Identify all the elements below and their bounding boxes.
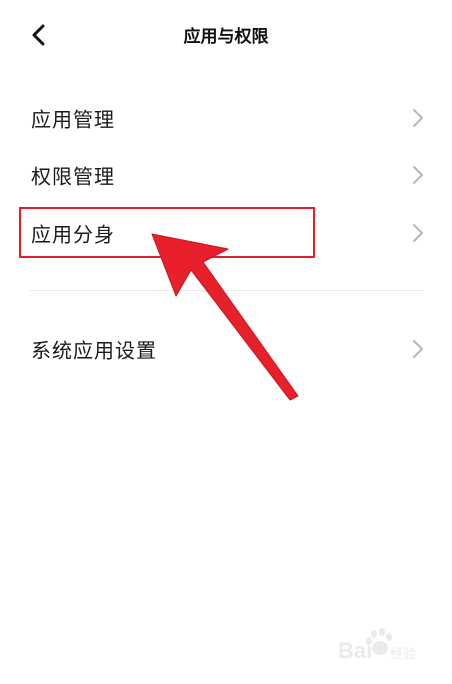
chevron-right-icon: [413, 224, 423, 242]
menu-item-label: 系统应用设置: [31, 338, 157, 363]
watermark-sub: 经验: [390, 647, 417, 662]
menu-item-label: 权限管理: [31, 164, 115, 189]
paw-icon: [366, 628, 392, 655]
menu-item-app-clone[interactable]: 应用分身: [0, 205, 452, 261]
menu-item-label: 应用管理: [31, 107, 115, 132]
menu-item-permission-management[interactable]: 权限管理: [0, 147, 452, 203]
page-title: 应用与权限: [183, 27, 269, 47]
menu-item-system-app-settings[interactable]: 系统应用设置: [0, 321, 452, 377]
chevron-right-icon: [413, 166, 423, 184]
chevron-right-icon: [413, 340, 423, 358]
baidu-watermark: Bai 经验: [330, 628, 440, 674]
menu-item-app-management[interactable]: 应用管理: [0, 90, 452, 146]
section-divider: [30, 290, 424, 291]
top-bar: 应用与权限: [0, 0, 452, 70]
menu-item-label: 应用分身: [31, 222, 115, 247]
watermark-brand: Bai: [338, 638, 373, 663]
chevron-right-icon: [413, 109, 423, 127]
